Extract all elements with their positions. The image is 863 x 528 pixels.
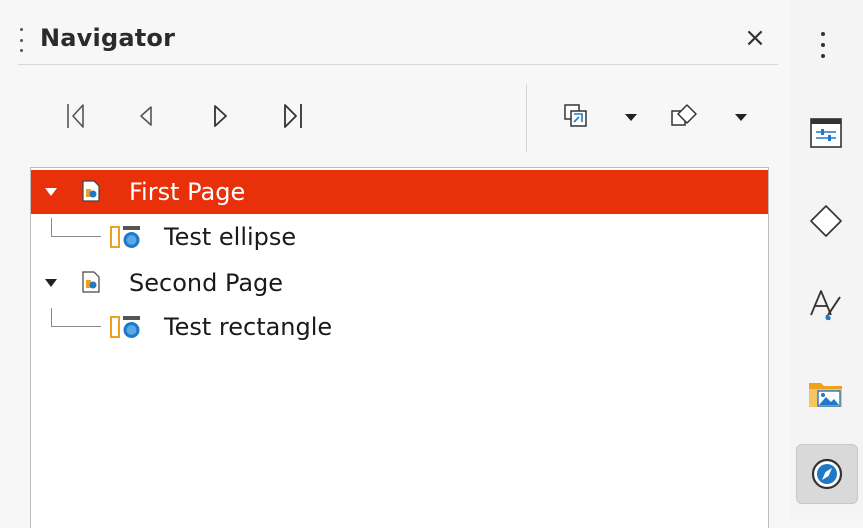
tree-item-second-page[interactable]: Second Page <box>31 261 768 305</box>
tree-item-test-rectangle[interactable]: Test rectangle <box>31 305 768 349</box>
drag-mode-dropdown[interactable] <box>620 106 642 128</box>
last-page-button[interactable] <box>275 94 311 138</box>
previous-page-button[interactable] <box>128 94 164 138</box>
drag-grip-icon[interactable] <box>18 28 24 52</box>
panel-title-bar: Navigator × <box>18 18 778 62</box>
navigator-panel: Navigator × First Page Test ellipse Seco… <box>0 0 785 528</box>
shapes-icon <box>671 104 697 126</box>
last-page-icon <box>284 104 302 128</box>
deck-button-styles[interactable] <box>796 276 856 334</box>
tree-item-label: First Page <box>129 178 246 206</box>
styles-icon <box>810 290 841 321</box>
navigator-toolbar <box>30 84 778 156</box>
shape-icon <box>110 316 140 338</box>
toolbar-separator <box>526 84 527 152</box>
slide-transition-icon <box>810 205 842 237</box>
page-icon <box>82 271 100 293</box>
title-divider <box>18 64 778 65</box>
deck-button-transition[interactable] <box>796 192 856 250</box>
navigator-icon <box>811 458 843 490</box>
deck-button-properties[interactable] <box>796 104 856 162</box>
next-page-button[interactable] <box>202 94 238 138</box>
gallery-icon <box>809 383 842 407</box>
first-page-button[interactable] <box>58 94 94 138</box>
previous-page-icon <box>140 106 152 126</box>
tree-item-label: Test rectangle <box>164 313 333 341</box>
panel-title: Navigator <box>40 24 176 52</box>
more-options-icon[interactable] <box>820 32 826 58</box>
tree-item-test-ellipse[interactable]: Test ellipse <box>31 215 768 259</box>
tree-item-first-page[interactable]: First Page <box>31 170 768 214</box>
sidebar-deck <box>790 0 863 519</box>
drag-mode-icon <box>564 104 587 127</box>
chevron-down-icon <box>735 114 747 121</box>
tree-item-label: Test ellipse <box>164 223 297 251</box>
navigator-tree[interactable]: First Page Test ellipse Second Page Test… <box>30 167 769 528</box>
shapes-dropdown[interactable] <box>730 106 752 128</box>
close-button[interactable]: × <box>740 20 770 56</box>
first-page-icon <box>67 104 84 128</box>
drag-mode-button[interactable] <box>558 94 594 138</box>
chevron-down-icon <box>625 114 637 121</box>
next-page-icon <box>214 105 227 127</box>
page-icon <box>82 180 100 202</box>
properties-icon <box>810 118 842 148</box>
shapes-button[interactable] <box>666 94 702 138</box>
tree-item-label: Second Page <box>129 269 284 297</box>
expander-icon[interactable] <box>43 275 59 291</box>
shape-icon <box>110 226 140 248</box>
deck-button-navigator[interactable] <box>796 444 858 504</box>
expander-icon[interactable] <box>43 184 59 200</box>
deck-button-gallery[interactable] <box>796 364 856 422</box>
